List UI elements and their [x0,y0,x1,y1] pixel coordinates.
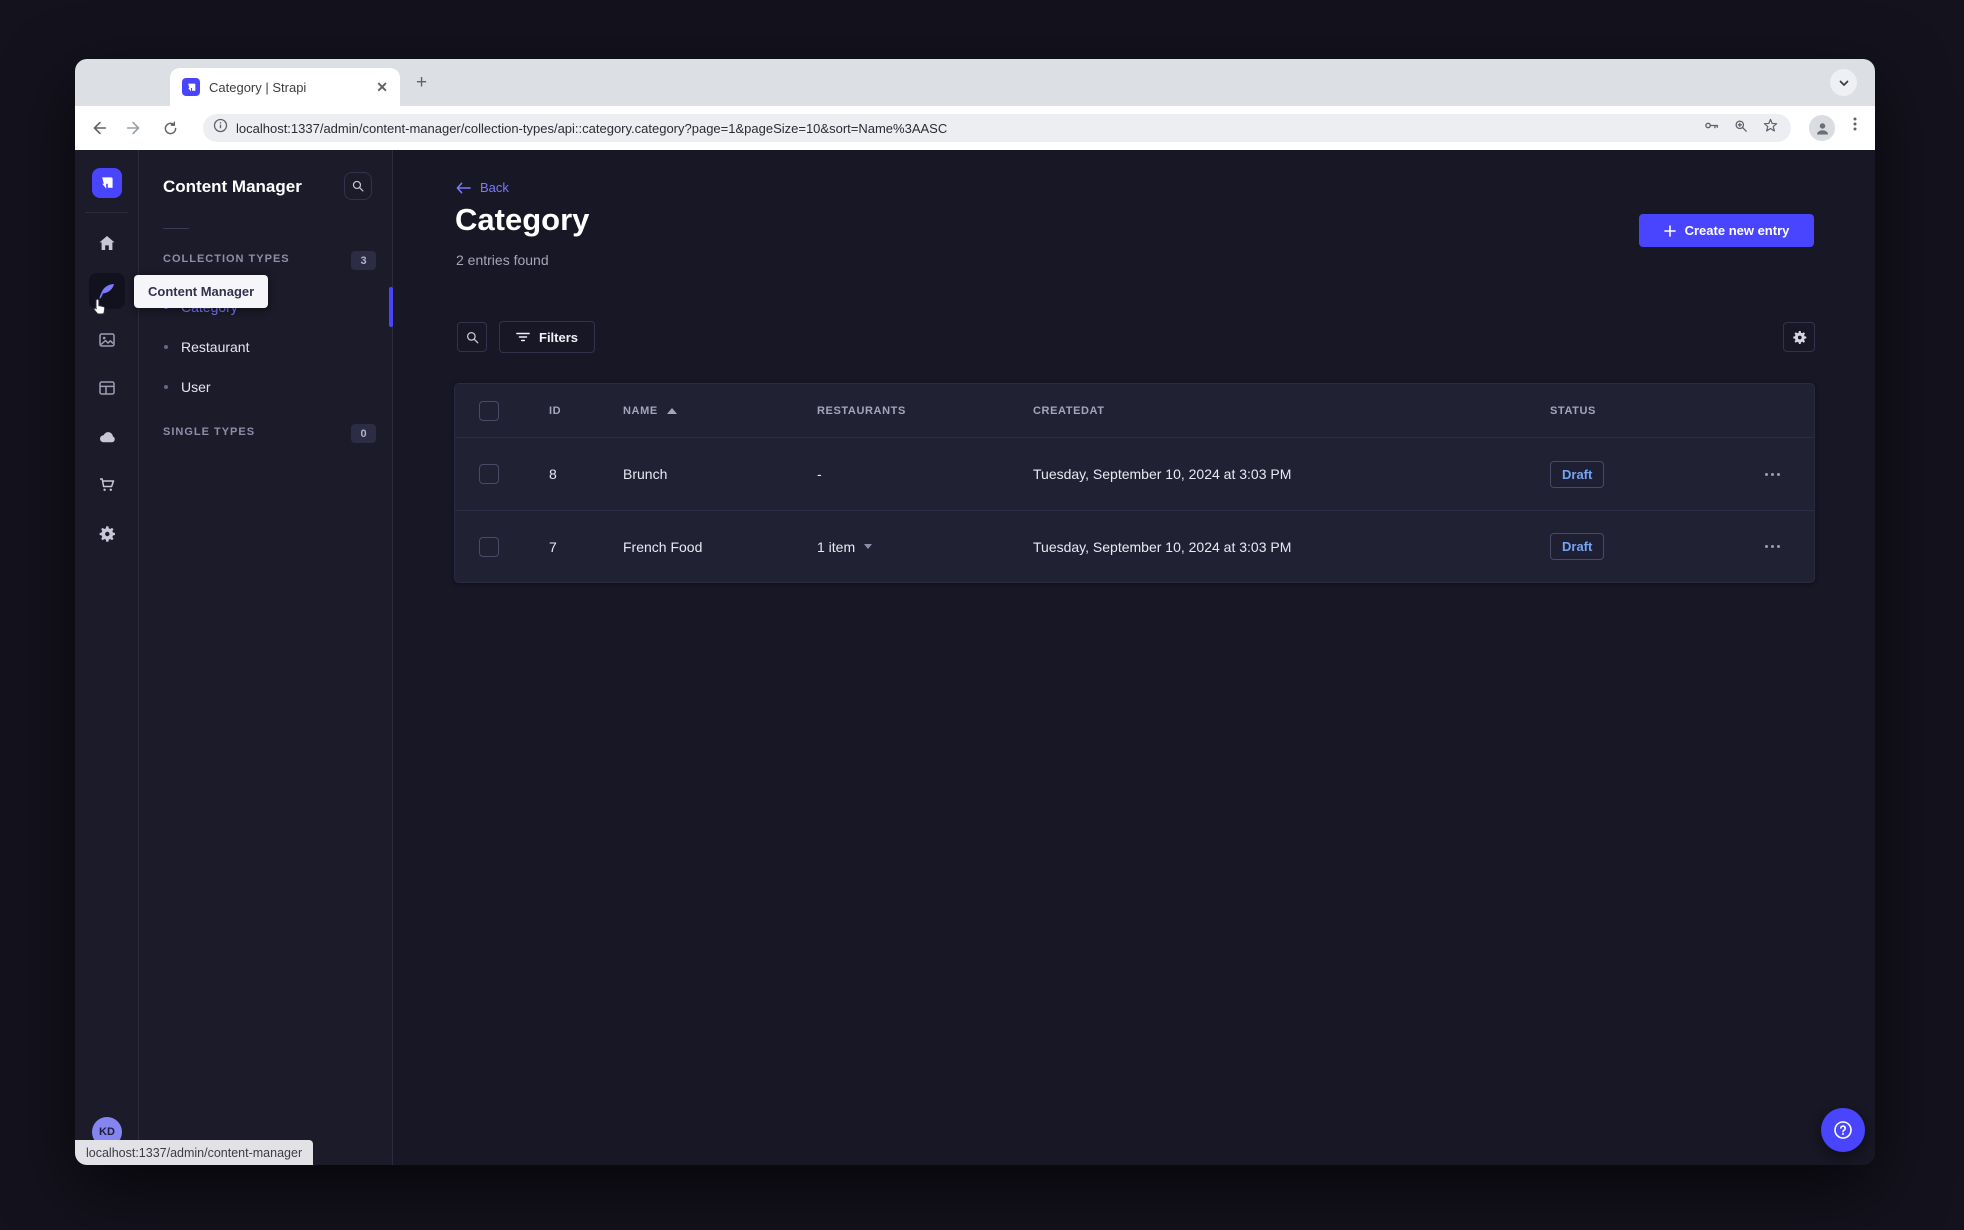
single-types-label: SINGLE TYPES [163,426,256,438]
site-info-icon[interactable] [213,118,228,138]
omnibox-actions [1703,117,1779,139]
subnav-item-user[interactable]: User [139,367,392,407]
page-title: Category [455,202,590,237]
row-checkbox[interactable] [479,536,499,557]
single-types-count-badge: 0 [351,424,376,443]
column-header-name[interactable]: NAME [623,405,658,417]
browser-tab[interactable]: Category | Strapi ✕ [170,68,400,106]
create-button-label: Create new entry [1684,223,1790,238]
column-header-createdat[interactable]: CREATEDAT [1009,405,1526,417]
select-all-checkbox[interactable] [479,400,499,421]
tab-search-chevron-icon[interactable] [1830,69,1857,96]
column-header-restaurants[interactable]: RESTAURANTS [793,405,1009,417]
zoom-page-icon[interactable] [1733,118,1749,139]
sort-ascending-icon[interactable] [666,407,677,414]
browser-reload-icon[interactable] [158,116,182,140]
tab-title: Category | Strapi [209,79,307,95]
desktop: Category | Strapi ✕ + localhost:1337/adm… [0,0,1964,1230]
main-content: Back Category 2 entries found Create new… [393,150,1875,1165]
media-library-icon[interactable] [89,322,125,358]
tab-close-icon[interactable]: ✕ [376,79,388,96]
strapi-admin-app: KD Content Manager COLLECTION TYPES 3 Ca… [75,150,1875,1165]
create-new-entry-button[interactable]: Create new entry [1639,214,1814,247]
filters-label: Filters [539,329,579,345]
help-button[interactable] [1821,1108,1865,1152]
column-header-id[interactable]: ID [525,405,599,417]
cell-id: 7 [549,538,557,555]
browser-menu-icon[interactable] [1847,116,1863,137]
marketplace-cart-icon[interactable] [89,467,125,503]
url-text[interactable]: localhost:1337/admin/content-manager/col… [236,121,1703,136]
browser-window: Category | Strapi ✕ + localhost:1337/adm… [75,59,1875,1165]
strapi-favicon-icon [182,78,200,96]
password-key-icon[interactable] [1703,117,1720,139]
table-row-french-food[interactable]: 7 French Food 1 item Tuesday, September … [455,510,1814,582]
cell-restaurants: - [817,466,822,482]
cell-createdat: Tuesday, September 10, 2024 at 3:03 PM [1033,466,1292,482]
cell-name: Brunch [623,466,668,482]
bookmark-star-icon[interactable] [1762,117,1779,139]
strapi-logo-icon[interactable] [92,168,122,198]
row-actions-icon[interactable] [1765,472,1780,476]
home-icon[interactable] [89,225,125,261]
collection-types-label: COLLECTION TYPES [163,253,290,265]
status-badge: Draft [1550,533,1605,560]
chevron-down-icon[interactable] [864,544,873,549]
content-type-builder-icon[interactable] [89,370,125,406]
cell-createdat: Tuesday, September 10, 2024 at 3:03 PM [1033,538,1292,555]
filters-button[interactable]: Filters [499,321,596,353]
status-badge: Draft [1550,460,1605,488]
row-actions-icon[interactable] [1765,545,1780,548]
back-link[interactable]: Back [456,180,509,195]
hand-cursor-icon [89,296,109,323]
question-mark-icon [1834,1121,1852,1139]
browser-forward-icon[interactable] [122,116,146,140]
browser-tab-strip: Category | Strapi ✕ + [75,59,1875,106]
subnav-divider [163,228,189,229]
table-search-icon[interactable] [457,322,487,352]
browser-profile-icon[interactable] [1809,115,1835,141]
filter-icon [516,332,530,342]
subnav-item-label: Restaurant [181,339,250,355]
bullet-icon [164,345,168,349]
cell-restaurants[interactable]: 1 item [817,539,855,555]
browser-toolbar: localhost:1337/admin/content-manager/col… [75,106,1875,150]
back-label: Back [480,180,509,195]
subnav-item-label: User [181,379,211,395]
browser-back-icon[interactable] [87,116,111,140]
back-arrow-icon [456,182,471,193]
new-tab-button[interactable]: + [416,73,427,92]
table-header-row: ID NAME RESTAURANTS CREATEDAT STATUS [455,384,1814,438]
cell-name: French Food [623,538,703,555]
table-row-brunch[interactable]: 8 Brunch - Tuesday, September 10, 2024 a… [455,438,1814,510]
view-settings-gear-icon[interactable] [1783,322,1815,352]
column-header-status[interactable]: STATUS [1526,405,1726,417]
link-preview-status-bar: localhost:1337/admin/content-manager [75,1140,314,1165]
plus-icon [1663,224,1676,237]
row-checkbox[interactable] [479,464,499,484]
collection-types-count-badge: 3 [351,251,376,270]
subnav-title: Content Manager [163,177,302,196]
subnav-item-restaurant[interactable]: Restaurant [139,327,392,367]
subnav-search-icon[interactable] [344,172,372,200]
cell-id: 8 [549,466,557,482]
address-bar[interactable]: localhost:1337/admin/content-manager/col… [203,114,1791,142]
content-manager-tooltip: Content Manager [134,275,269,308]
entries-table: ID NAME RESTAURANTS CREATEDAT STATUS 8 B… [454,383,1815,583]
rail-divider [85,212,128,213]
entries-count: 2 entries found [456,252,549,268]
bullet-icon [164,385,168,389]
settings-gear-icon[interactable] [89,516,125,552]
deploy-cloud-icon[interactable] [89,419,125,455]
